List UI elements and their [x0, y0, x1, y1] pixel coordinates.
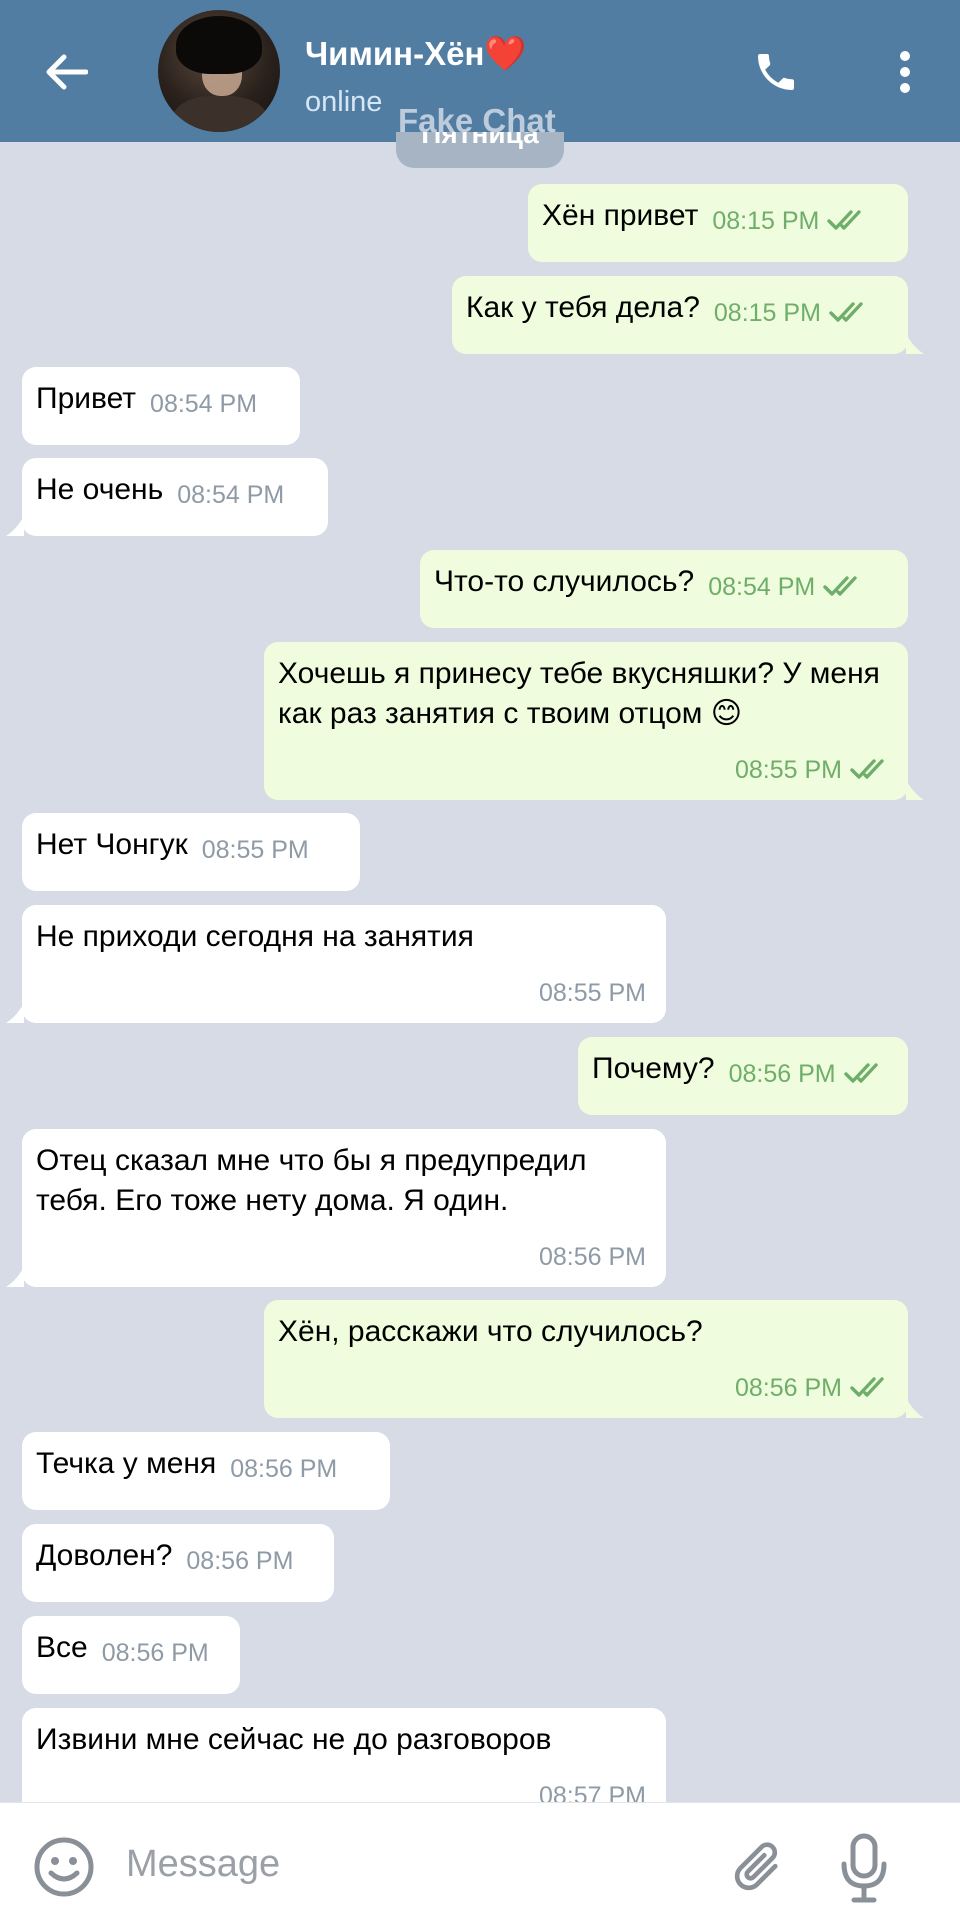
- message-bubble[interactable]: Почему? 08:56 PM: [578, 1037, 908, 1115]
- message-time: 08:56 PM: [735, 1368, 888, 1408]
- read-check-icon: [850, 1377, 884, 1398]
- read-check-icon: [843, 1063, 878, 1084]
- watermark: Fake Chat: [398, 102, 556, 139]
- message-text: Не приходи сегодня на занятия: [36, 920, 474, 953]
- message-bubble[interactable]: Хён привет 08:15 PM: [528, 184, 908, 262]
- bubble-tail: [6, 1003, 24, 1023]
- message-bubble[interactable]: Хён, расскажи что случилось? 08:56 PM: [264, 1300, 924, 1418]
- message-text: Как у тебя дела?: [466, 291, 700, 324]
- message-time-text: 08:57 PM: [538, 1782, 646, 1802]
- message-time: 08:54 PM: [177, 475, 284, 515]
- message-time-text: 08:55 PM: [538, 979, 646, 1007]
- message-text: Что-то случилось?: [434, 565, 695, 598]
- message-text: Течка у меня: [36, 1447, 217, 1480]
- message-time-text: 08:54 PM: [150, 390, 258, 418]
- emoji-icon: [34, 1837, 94, 1897]
- message-bubble[interactable]: Доволен? 08:56 PM: [22, 1524, 334, 1602]
- message-text: Все: [36, 1631, 88, 1664]
- message-bubble[interactable]: Отец сказал мне что бы я предупредил теб…: [6, 1129, 666, 1287]
- message-time-text: 08:56 PM: [101, 1639, 209, 1667]
- message-bubble[interactable]: Не приходи сегодня на занятия 08:55 PM: [6, 905, 666, 1023]
- message-input[interactable]: [126, 1829, 686, 1899]
- message-time-text: 08:54 PM: [177, 481, 285, 509]
- message-text: Привет: [36, 382, 137, 415]
- message-bubble[interactable]: Как у тебя дела? 08:15 PM: [452, 276, 924, 354]
- message-time-text: 08:56 PM: [728, 1060, 836, 1088]
- message-time: 08:56 PM: [102, 1633, 209, 1673]
- bubble-tail: [906, 1398, 924, 1418]
- back-button[interactable]: [36, 42, 96, 102]
- message-bubble[interactable]: Не очень 08:54 PM: [6, 458, 328, 536]
- message-time: 08:55 PM: [539, 973, 646, 1013]
- message-bubble[interactable]: Привет 08:54 PM: [22, 367, 300, 445]
- more-menu-button[interactable]: [880, 40, 930, 104]
- emoji-button[interactable]: [28, 1831, 100, 1903]
- message-bubble[interactable]: Извини мне сейчас не до разговоров 08:57 …: [22, 1708, 666, 1802]
- read-check-icon: [850, 759, 884, 780]
- message-time: 08:57 PM: [539, 1776, 646, 1802]
- message-time: 08:54 PM: [150, 384, 257, 424]
- message-time: 08:55 PM: [735, 750, 888, 790]
- more-vert-icon: [900, 51, 910, 93]
- message-time: 08:56 PM: [729, 1054, 882, 1094]
- bubble-tail: [906, 780, 924, 800]
- message-text: Хочешь я принесу тебе вкусняшки? У меня …: [278, 657, 880, 730]
- call-button[interactable]: [744, 40, 808, 104]
- contact-name-text: Чимин-Хён: [305, 35, 485, 72]
- message-text: Нет Чонгук: [36, 828, 188, 861]
- message-time: 08:56 PM: [539, 1237, 646, 1277]
- attach-button[interactable]: [722, 1833, 792, 1903]
- message-time: 08:15 PM: [714, 293, 867, 333]
- message-text: Хён, расскажи что случилось?: [278, 1315, 703, 1348]
- message-time-text: 08:55 PM: [201, 836, 309, 864]
- message-text: Доволен?: [36, 1539, 173, 1572]
- contact-status: online: [305, 86, 383, 118]
- message-time: 08:55 PM: [202, 830, 309, 870]
- message-time-text: 08:54 PM: [708, 573, 816, 601]
- message-time-text: 08:15 PM: [713, 299, 821, 327]
- message-time-text: 08:55 PM: [734, 756, 842, 784]
- message-text: Извини мне сейчас не до разговоров: [36, 1723, 552, 1756]
- message-time-text: 08:56 PM: [734, 1374, 842, 1402]
- bubble-tail: [6, 516, 24, 536]
- mic-button[interactable]: [832, 1831, 896, 1905]
- read-check-icon: [827, 210, 862, 231]
- message-bubble[interactable]: Что-то случилось? 08:54 PM: [420, 550, 908, 628]
- message-time: 08:54 PM: [708, 567, 861, 607]
- message-text: Отец сказал мне что бы я предупредил теб…: [36, 1144, 587, 1217]
- input-bar: [0, 1802, 960, 1920]
- message-time-text: 08:56 PM: [186, 1547, 294, 1575]
- message-bubble[interactable]: Хочешь я принесу тебе вкусняшки? У меня …: [264, 642, 924, 800]
- attach-icon: [734, 1842, 778, 1891]
- message-time: 08:56 PM: [186, 1541, 293, 1581]
- message-bubble[interactable]: Течка у меня 08:56 PM: [22, 1432, 390, 1510]
- message-text: Почему?: [592, 1052, 715, 1085]
- back-arrow-icon: [46, 54, 88, 90]
- message-time-text: 08:15 PM: [712, 207, 820, 235]
- contact-name[interactable]: Чимин-Хён❤️: [305, 34, 527, 74]
- message-time-text: 08:56 PM: [230, 1455, 338, 1483]
- message-time: 08:56 PM: [230, 1449, 337, 1489]
- read-check-icon: [829, 302, 863, 323]
- message-text: Не очень: [36, 473, 164, 506]
- read-check-icon: [823, 576, 857, 597]
- avatar[interactable]: [158, 10, 280, 132]
- message-bubble[interactable]: Нет Чонгук 08:55 PM: [22, 813, 360, 891]
- bubble-tail: [906, 334, 924, 354]
- bubble-tail: [6, 1267, 24, 1287]
- message-list[interactable]: Хён привет 08:15 PM Как у тебя дела? 08:15 …: [0, 142, 960, 1802]
- message-time-text: 08:56 PM: [538, 1243, 646, 1271]
- message-time: 08:15 PM: [712, 201, 865, 241]
- message-bubble[interactable]: Все 08:56 PM: [22, 1616, 240, 1694]
- phone-icon: [758, 54, 794, 90]
- message-text: Хён привет: [542, 199, 699, 232]
- mic-icon: [841, 1833, 887, 1903]
- heart-icon: ❤️: [484, 35, 527, 73]
